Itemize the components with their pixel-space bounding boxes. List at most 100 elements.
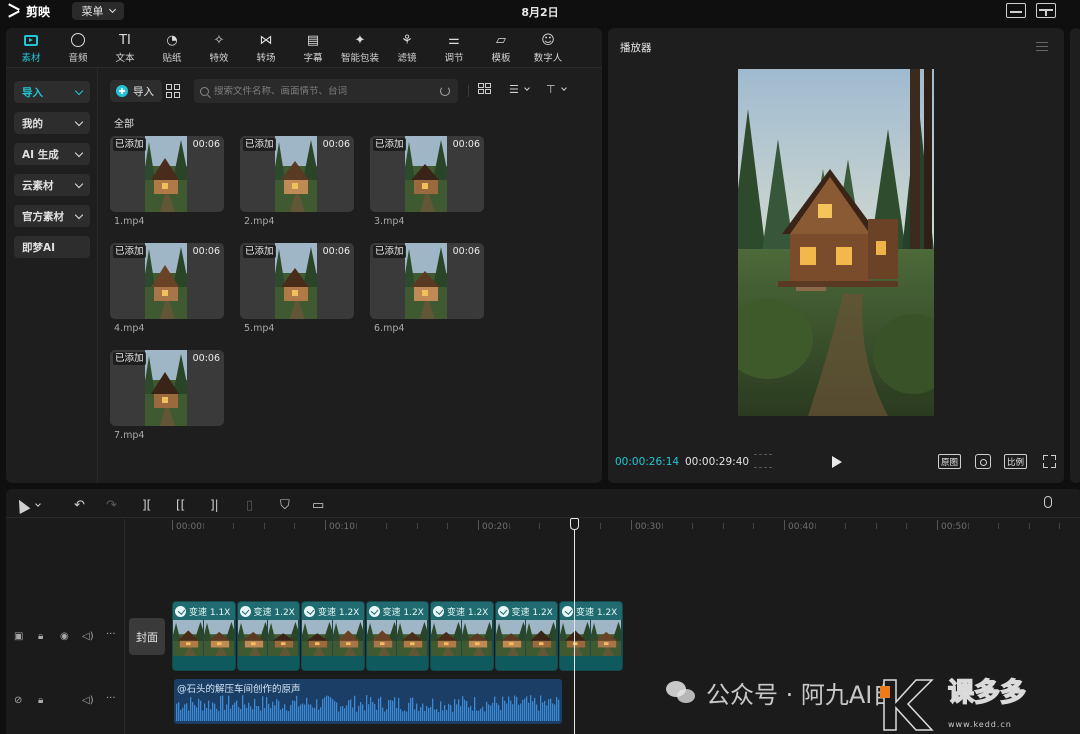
delete-icon[interactable]: ▯ bbox=[246, 497, 253, 513]
sidebar-item-label: 导入 bbox=[22, 86, 43, 99]
sidebar-item[interactable]: 云素材 bbox=[14, 174, 90, 196]
sidebar-item[interactable]: 即梦AI bbox=[14, 236, 90, 258]
tab-adjust[interactable]: ⚌ 调节 bbox=[432, 32, 476, 65]
refresh-icon[interactable] bbox=[440, 86, 450, 96]
audio-more-icon[interactable]: ··· bbox=[106, 693, 116, 704]
fullscreen-icon[interactable] bbox=[1043, 455, 1056, 468]
focus-icon[interactable] bbox=[975, 454, 991, 469]
ruler-tick bbox=[906, 523, 908, 529]
timecode-grid-icon[interactable] bbox=[754, 454, 772, 468]
sidebar-item-label: 官方素材 bbox=[22, 210, 64, 223]
ruler-tick bbox=[416, 523, 418, 529]
tab-filter[interactable]: ⚘ 滤镜 bbox=[385, 32, 429, 65]
media-card[interactable]: 已添加 00:06 bbox=[110, 350, 224, 426]
lock-icon[interactable]: 🔒︎ bbox=[38, 631, 43, 642]
clip-speed-label: 变速 1.2X bbox=[239, 604, 295, 618]
sidebar-item[interactable]: 官方素材 bbox=[14, 205, 90, 227]
magic-icon: ✦ bbox=[354, 32, 366, 48]
select-tool[interactable] bbox=[13, 496, 41, 514]
wechat-icon bbox=[666, 679, 696, 705]
tab-text[interactable]: TI 文本 bbox=[103, 32, 147, 65]
duration-label: 00:06 bbox=[452, 139, 480, 150]
tab-transition[interactable]: ⋈ 转场 bbox=[244, 32, 288, 65]
more-options-icon[interactable]: ··· bbox=[106, 629, 116, 640]
tab-subtitle[interactable]: ▤ 字幕 bbox=[291, 32, 335, 65]
video-clip[interactable]: 变速 1.2X bbox=[365, 601, 429, 671]
added-badge: 已添加 bbox=[113, 352, 146, 365]
tab-label: 音频 bbox=[68, 53, 88, 64]
sort-icon[interactable]: ☰ bbox=[509, 83, 530, 96]
speed-text: 变速 1.2X bbox=[447, 607, 489, 618]
trim-right-icon[interactable]: ]| bbox=[210, 497, 219, 513]
import-button[interactable]: 导入 bbox=[110, 80, 162, 102]
speed-icon bbox=[368, 605, 380, 617]
video-clip[interactable]: 变速 1.2X bbox=[559, 601, 623, 671]
eye-icon[interactable]: ◉ bbox=[60, 631, 69, 642]
play-button[interactable] bbox=[832, 456, 842, 468]
audio-lock-icon[interactable]: 🔒︎ bbox=[38, 695, 43, 706]
speed-text: 变速 1.2X bbox=[382, 607, 424, 618]
aspect-ratio-button[interactable]: 比例 bbox=[1004, 454, 1028, 469]
sidebar-item[interactable]: 导入 bbox=[14, 81, 90, 103]
tab-avatar[interactable]: ☺ 数字人 bbox=[526, 32, 570, 65]
tab-label: 贴纸 bbox=[162, 53, 182, 64]
split-icon[interactable]: ][ bbox=[142, 497, 151, 513]
redo-icon[interactable]: ↷ bbox=[106, 497, 117, 513]
media-card[interactable]: 已添加 00:06 bbox=[370, 136, 484, 212]
video-thumbnail bbox=[275, 243, 317, 319]
video-preview[interactable] bbox=[738, 69, 934, 416]
playhead[interactable] bbox=[574, 519, 575, 734]
filter-icon[interactable]: ⊤ bbox=[546, 83, 567, 96]
filter-icon: ⚘ bbox=[401, 32, 413, 48]
media-card[interactable]: 已添加 00:06 bbox=[110, 136, 224, 212]
caption-edit-icon[interactable]: ▭ bbox=[312, 497, 324, 513]
layout-icon[interactable] bbox=[1036, 3, 1056, 18]
tab-effects[interactable]: ✧ 特效 bbox=[197, 32, 241, 65]
shortcut-keyboard-icon[interactable] bbox=[1006, 3, 1026, 18]
marker-shield-icon[interactable]: ⛉ bbox=[280, 497, 290, 513]
clip-audio-bar bbox=[495, 656, 557, 670]
media-card[interactable]: 已添加 00:06 bbox=[240, 136, 354, 212]
media-card[interactable]: 已添加 00:06 bbox=[110, 243, 224, 319]
video-clip[interactable]: 变速 1.1X bbox=[172, 601, 236, 671]
media-card[interactable]: 已添加 00:06 bbox=[240, 243, 354, 319]
video-clip[interactable]: 变速 1.2X bbox=[236, 601, 300, 671]
video-clip[interactable]: 变速 1.2X bbox=[301, 601, 365, 671]
media-filename: 3.mp4 bbox=[374, 216, 405, 227]
speed-icon bbox=[433, 605, 444, 617]
tab-smart[interactable]: ✦ 智能包装 bbox=[338, 32, 382, 65]
sidebar-item[interactable]: AI 生成 bbox=[14, 143, 90, 165]
clip-speed-label: 变速 1.1X bbox=[175, 604, 230, 618]
audio-clip[interactable]: @石头的解压车间创作的原声 bbox=[174, 679, 562, 724]
ruler-tick bbox=[539, 523, 541, 529]
sidebar-item[interactable]: 我的 bbox=[14, 112, 90, 134]
section-label-all: 全部 bbox=[114, 119, 134, 130]
video-clip[interactable]: 变速 1.2X bbox=[430, 601, 494, 671]
trim-left-icon[interactable]: [[ bbox=[176, 497, 185, 513]
title-bar: 剪映 菜单 8月2日 bbox=[0, 0, 1080, 22]
menu-hamburger-icon[interactable] bbox=[1036, 42, 1048, 51]
ruler-label: 00:10 bbox=[329, 522, 355, 532]
tab-audio[interactable]: 音频 bbox=[56, 32, 100, 64]
tab-template[interactable]: ▱ 模板 bbox=[479, 32, 523, 65]
undo-icon[interactable]: ↶ bbox=[74, 497, 85, 513]
volume-icon[interactable]: ◁) bbox=[82, 631, 94, 642]
cover-button[interactable]: 封面 bbox=[129, 618, 165, 655]
search-input[interactable] bbox=[214, 85, 444, 97]
timeline-ruler[interactable]: 00:00 00:10 00:20 00:30 00:40 00:50 bbox=[172, 519, 1080, 533]
tab-sticker[interactable]: ◔ 贴纸 bbox=[150, 32, 194, 65]
playhead-handle[interactable] bbox=[570, 518, 579, 530]
microphone-icon[interactable] bbox=[1044, 496, 1052, 508]
tab-label: 字幕 bbox=[303, 53, 323, 64]
audio-volume-icon[interactable]: ◁) bbox=[82, 695, 94, 706]
tab-media[interactable]: 素材 bbox=[9, 32, 53, 64]
original-ratio-button[interactable]: 原图 bbox=[938, 454, 962, 469]
media-card[interactable]: 已添加 00:06 bbox=[370, 243, 484, 319]
qr-grid-icon[interactable] bbox=[166, 84, 180, 98]
duration-label: 00:06 bbox=[192, 139, 220, 150]
speed-icon bbox=[304, 605, 315, 617]
clip-audio-bar bbox=[560, 656, 622, 670]
video-clip[interactable]: 变速 1.2X bbox=[494, 601, 558, 671]
ruler-tick bbox=[722, 523, 724, 529]
view-grid-icon[interactable] bbox=[478, 83, 491, 94]
